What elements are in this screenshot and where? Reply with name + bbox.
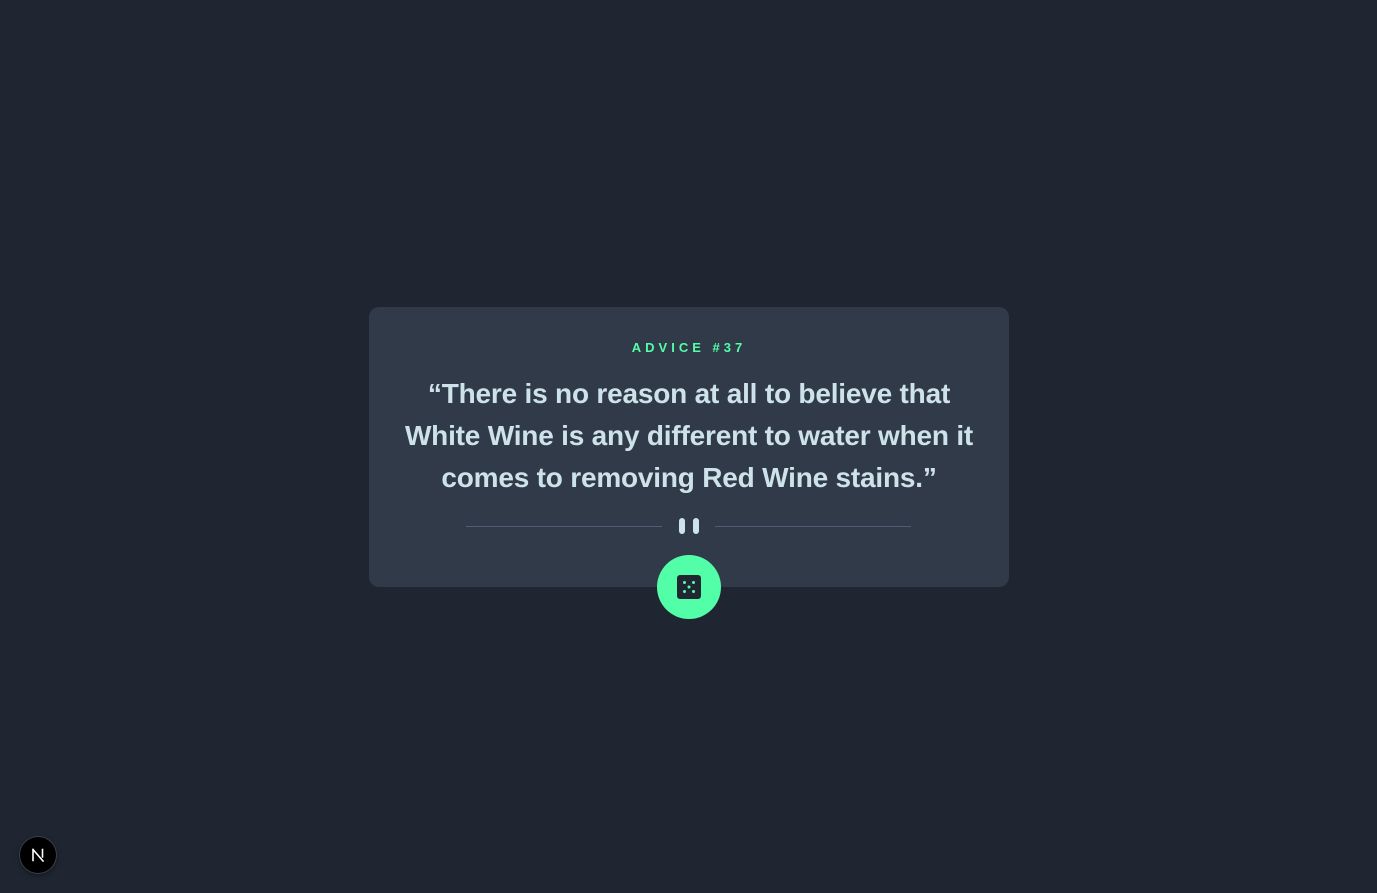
pause-icon [679,518,699,534]
advice-card: ADVICE #37 “There is no reason at all to… [369,307,1009,619]
advice-id: ADVICE #37 [631,340,747,355]
page: ADVICE #37 “There is no reason at all to… [0,0,1377,893]
dice-icon [677,575,701,599]
nextjs-logo-icon [31,848,45,863]
divider-line-right [715,526,911,527]
nextjs-dev-badge[interactable] [20,837,56,873]
new-advice-button[interactable] [657,555,721,619]
divider-line-left [466,526,662,527]
advice-quote: “There is no reason at all to believe th… [404,378,974,493]
pattern-divider [466,515,911,537]
